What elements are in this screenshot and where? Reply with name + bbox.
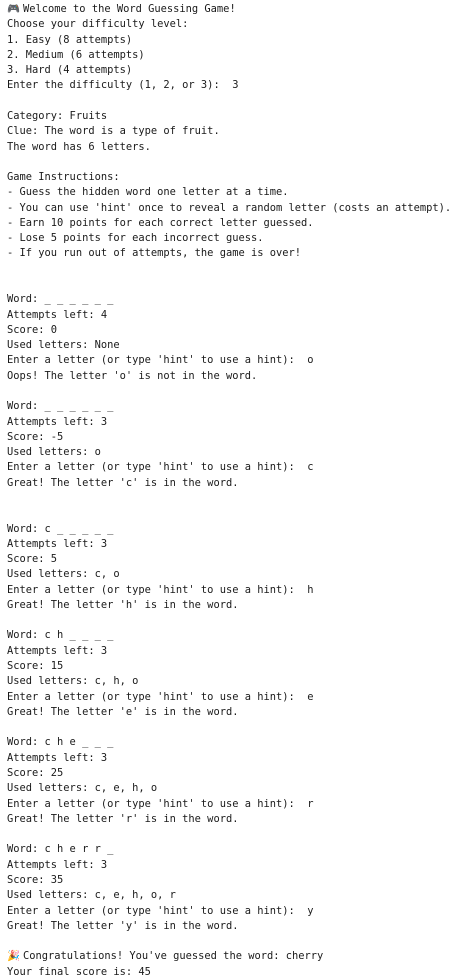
console-line: Great! The letter 'y' is in the word. xyxy=(7,919,239,932)
console-line: Enter a letter (or type 'hint' to use a … xyxy=(7,583,314,596)
console-line: 2. Medium (6 attempts) xyxy=(7,48,145,61)
console-line: Enter a letter (or type 'hint' to use a … xyxy=(7,797,314,810)
console-line: Attempts left: 3 xyxy=(7,858,108,871)
console-line: Attempts left: 3 xyxy=(7,537,108,550)
console-line: Enter the difficulty (1, 2, or 3): 3 xyxy=(7,79,239,92)
console-line: Attempts left: 3 xyxy=(7,751,108,764)
console-line: Enter a letter (or type 'hint' to use a … xyxy=(7,904,314,917)
console-line: 🎉 Congratulations! You've guessed the wor… xyxy=(7,949,323,963)
console-line: Word: c h e r r _ xyxy=(7,843,114,856)
console-line: Enter a letter (or type 'hint' to use a … xyxy=(7,354,314,367)
console-line-text: Congratulations! You've guessed the word… xyxy=(23,950,324,963)
console-line: Score: 25 xyxy=(7,767,64,779)
console-line: Score: 5 xyxy=(7,553,58,566)
console-line: Used letters: c, h, o xyxy=(7,675,139,688)
console-line: Your final score is: 45 xyxy=(7,965,151,978)
console-line: Attempts left: 3 xyxy=(7,644,108,657)
console-line: Game Instructions: xyxy=(7,171,120,184)
console-line-text: Welcome to the Word Guessing Game! xyxy=(23,3,236,15)
console-line: 3. Hard (4 attempts) xyxy=(7,64,133,77)
console-line: Word: c h e _ _ _ xyxy=(7,736,114,749)
console-line: Category: Fruits xyxy=(7,109,108,122)
console-line: Great! The letter 'h' is in the word. xyxy=(7,598,239,611)
console-line: Score: -5 xyxy=(7,430,64,443)
console-line: Enter a letter (or type 'hint' to use a … xyxy=(7,690,314,703)
console-line: Score: 15 xyxy=(7,660,64,673)
console-line: Used letters: o xyxy=(7,446,101,459)
console-line: - You can use 'hint' once to reveal a ra… xyxy=(7,201,452,214)
console-line: Oops! The letter 'o' is not in the word. xyxy=(7,369,258,382)
console-line: Attempts left: 3 xyxy=(7,415,108,428)
console-line: The word has 6 letters. xyxy=(7,140,151,153)
console-line: Great! The letter 'r' is in the word. xyxy=(7,812,239,825)
console-line: Used letters: None xyxy=(7,339,120,352)
console-line: - Earn 10 points for each correct letter… xyxy=(7,216,314,229)
console-line: Used letters: c, e, h, o, r xyxy=(7,889,176,902)
console-line: - Lose 5 points for each incorrect guess… xyxy=(7,232,264,245)
console-line: Great! The letter 'c' is in the word. xyxy=(7,476,239,489)
console-line: - If you run out of attempts, the game i… xyxy=(7,247,302,260)
console-line: Word: _ _ _ _ _ _ xyxy=(7,293,114,306)
console-line: Used letters: c, e, h, o xyxy=(7,782,158,795)
terminal-output: 🎮 Welcome to the Word Guessing Game! Choos… xyxy=(0,0,476,979)
console-line: Attempts left: 4 xyxy=(7,308,108,321)
console-line: Score: 0 xyxy=(7,323,58,336)
console-line: Enter a letter (or type 'hint' to use a … xyxy=(7,461,314,474)
console-line: Choose your difficulty level: xyxy=(7,18,189,31)
game-controller-icon: 🎮 xyxy=(7,3,20,15)
console-line: 🎮 Welcome to the Word Guessing Game! xyxy=(7,2,236,16)
party-popper-icon: 🎉 xyxy=(7,950,20,963)
console-line: Great! The letter 'e' is in the word. xyxy=(7,705,239,718)
console-line: Word: c h _ _ _ _ xyxy=(7,629,114,642)
console-line: 1. Easy (8 attempts) xyxy=(7,33,133,46)
console-line: - Guess the hidden word one letter at a … xyxy=(7,186,289,199)
console-line: Clue: The word is a type of fruit. xyxy=(7,125,220,138)
console-line: Score: 35 xyxy=(7,873,64,886)
console-line: Word: _ _ _ _ _ _ xyxy=(7,400,114,413)
console-line: Used letters: c, o xyxy=(7,568,120,581)
console-line: Word: c _ _ _ _ _ xyxy=(7,522,114,535)
